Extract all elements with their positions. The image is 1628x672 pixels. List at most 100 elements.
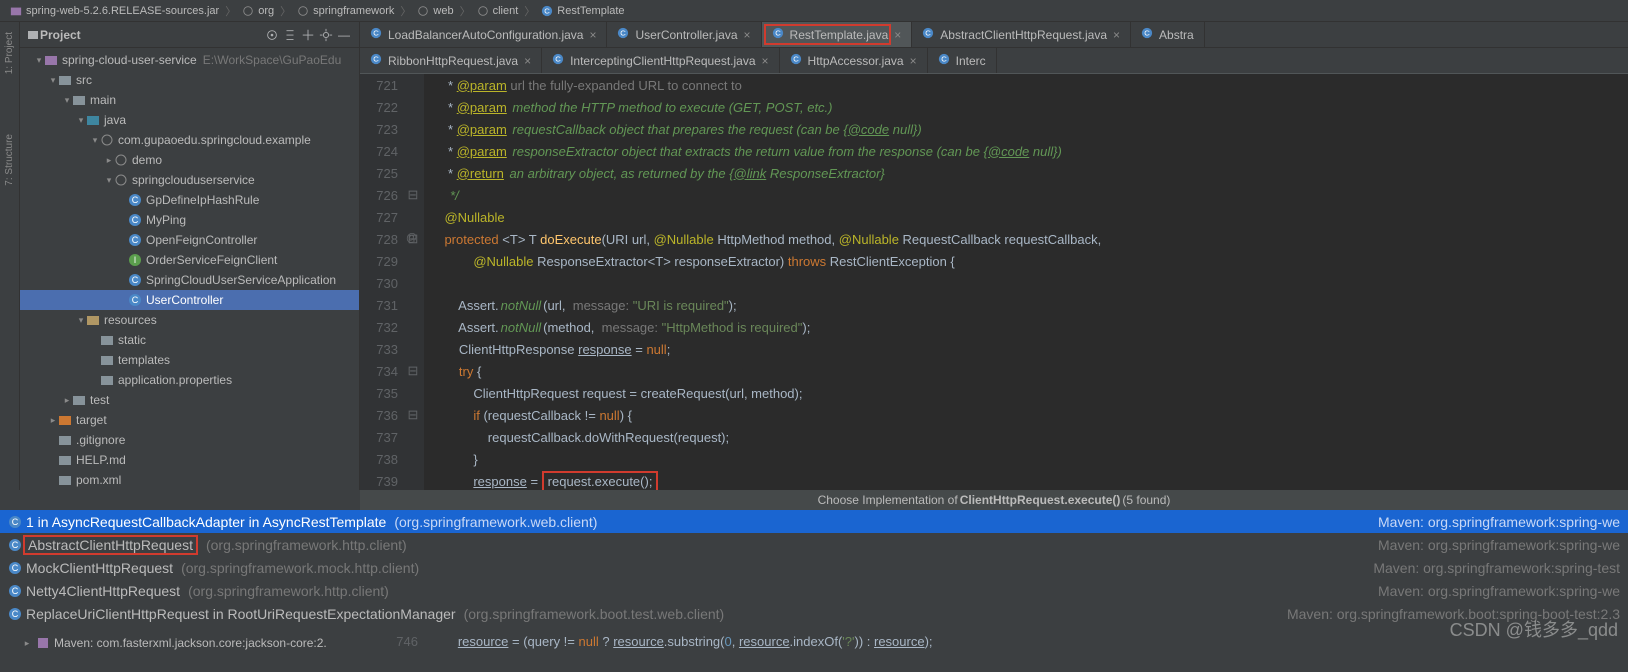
tree-node[interactable]: templates xyxy=(20,350,359,370)
code-line[interactable]: * @param url the fully-expanded URL to c… xyxy=(360,78,742,93)
class-icon: C xyxy=(8,607,22,621)
code-line[interactable]: * @param requestCallback object that pre… xyxy=(360,122,924,137)
class-icon: C xyxy=(8,561,22,575)
code-line[interactable]: requestCallback.doWithRequest(request); xyxy=(360,430,729,445)
svg-text:C: C xyxy=(12,586,19,596)
close-tab-icon[interactable]: × xyxy=(1113,28,1120,42)
tree-node[interactable]: ▸target xyxy=(20,410,359,430)
breadcrumb-item[interactable]: client xyxy=(473,5,523,17)
tree-node[interactable]: HELP.md xyxy=(20,450,359,470)
code-line[interactable]: protected <T> T doExecute(URI url, @Null… xyxy=(360,232,1101,247)
breadcrumb-bar: spring-web-5.2.6.RELEASE-sources.jar〉org… xyxy=(0,0,1628,22)
svg-text:I: I xyxy=(134,255,137,265)
tree-node[interactable]: ▸demo xyxy=(20,150,359,170)
breadcrumb-item[interactable]: spring-web-5.2.6.RELEASE-sources.jar xyxy=(6,5,223,17)
code-line[interactable]: * @return an arbitrary object, as return… xyxy=(360,166,887,181)
tree-node[interactable]: IOrderServiceFeignClient xyxy=(20,250,359,270)
close-tab-icon[interactable]: × xyxy=(762,54,769,68)
svg-text:C: C xyxy=(12,609,19,619)
tree-node[interactable]: CUserController xyxy=(20,290,359,310)
svg-text:C: C xyxy=(545,6,551,15)
project-tree[interactable]: ▾spring-cloud-user-serviceE:\WorkSpace\G… xyxy=(20,48,359,490)
close-tab-icon[interactable]: × xyxy=(589,28,596,42)
implementation-option[interactable]: CAbstractClientHttpRequest(org.springfra… xyxy=(0,533,1628,556)
svg-text:C: C xyxy=(132,215,139,225)
java-class-icon: C xyxy=(922,27,934,42)
bottom-tree-peek[interactable]: ▸ Maven: com.fasterxml.jackson.core:jack… xyxy=(22,636,327,650)
tree-node[interactable]: pom.xml xyxy=(20,470,359,490)
editor-tab[interactable]: CInterc xyxy=(928,48,997,73)
code-line[interactable]: * @param method the HTTP method to execu… xyxy=(360,100,835,115)
gear-icon[interactable] xyxy=(317,26,335,44)
code-line[interactable]: if (requestCallback != null) { xyxy=(360,408,632,423)
locate-icon[interactable] xyxy=(263,26,281,44)
implementation-option[interactable]: CMockClientHttpRequest(org.springframewo… xyxy=(0,556,1628,579)
close-tab-icon[interactable]: × xyxy=(910,54,917,68)
code-line[interactable]: response = request.execute(); xyxy=(360,474,658,489)
project-pane-title[interactable]: Project xyxy=(40,28,263,42)
tree-node[interactable]: CSpringCloudUserServiceApplication xyxy=(20,270,359,290)
hide-icon[interactable]: — xyxy=(335,26,353,44)
editor-tab[interactable]: CAbstractClientHttpRequest.java× xyxy=(912,22,1131,47)
tree-node[interactable]: static xyxy=(20,330,359,350)
tree-node[interactable]: ▸test xyxy=(20,390,359,410)
code-line[interactable]: try { xyxy=(360,364,481,379)
implementation-option[interactable]: CNetty4ClientHttpRequest(org.springframe… xyxy=(0,579,1628,602)
java-class-icon: C xyxy=(772,27,784,42)
tree-node[interactable]: ▾src xyxy=(20,70,359,90)
code-line[interactable]: @Nullable ResponseExtractor<T> responseE… xyxy=(360,254,955,269)
editor-tab[interactable]: CLoadBalancerAutoConfiguration.java× xyxy=(360,22,607,47)
tree-node[interactable]: ▾java xyxy=(20,110,359,130)
breadcrumb-item[interactable]: org xyxy=(238,5,278,17)
code-line[interactable]: Assert.notNull(method, message: "HttpMet… xyxy=(360,320,810,335)
tree-node[interactable]: .gitignore xyxy=(20,430,359,450)
svg-text:C: C xyxy=(1144,29,1150,38)
close-tab-icon[interactable]: × xyxy=(894,28,901,42)
code-line[interactable]: * @param responseExtractor object that e… xyxy=(360,144,1064,159)
breadcrumb-item[interactable]: CRestTemplate xyxy=(537,5,628,17)
svg-text:C: C xyxy=(941,55,947,64)
code-line[interactable]: ClientHttpResponse response = null; xyxy=(360,342,670,357)
editor-tab[interactable]: CAbstra xyxy=(1131,22,1205,47)
editor-tab[interactable]: CRibbonHttpRequest.java× xyxy=(360,48,542,73)
tree-node[interactable]: ▾com.gupaoedu.springcloud.example xyxy=(20,130,359,150)
lib-icon xyxy=(36,636,50,650)
rail-label-structure[interactable]: 7: Structure xyxy=(4,134,15,186)
editor-tab[interactable]: CUserController.java× xyxy=(607,22,761,47)
tree-node[interactable]: COpenFeignController xyxy=(20,230,359,250)
close-tab-icon[interactable]: × xyxy=(744,28,751,42)
class-icon: C xyxy=(8,584,22,598)
svg-text:C: C xyxy=(12,517,19,527)
breadcrumb-item[interactable]: springframework xyxy=(293,5,398,17)
editor-tab[interactable]: CHttpAccessor.java× xyxy=(780,48,928,73)
code-line[interactable]: Assert.notNull(url, message: "URI is req… xyxy=(360,298,737,313)
implementation-option[interactable]: CReplaceUriClientHttpRequest in RootUriR… xyxy=(0,602,1628,625)
tree-node[interactable]: ▾resources xyxy=(20,310,359,330)
implementations-popup-title: Choose Implementation of ClientHttpReque… xyxy=(360,490,1628,510)
tree-node[interactable]: ▾spring-cloud-user-serviceE:\WorkSpace\G… xyxy=(20,50,359,70)
class-icon: C xyxy=(8,538,22,552)
tree-node[interactable]: ▾main xyxy=(20,90,359,110)
tree-node[interactable]: CMyPing xyxy=(20,210,359,230)
implementation-option[interactable]: C1 in AsyncRequestCallbackAdapter in Asy… xyxy=(0,510,1628,533)
editor-tabs-row2: CRibbonHttpRequest.java×CInterceptingCli… xyxy=(360,48,1628,74)
code-line[interactable]: ClientHttpRequest request = createReques… xyxy=(360,386,802,401)
java-class-icon: C xyxy=(370,27,382,42)
close-tab-icon[interactable]: × xyxy=(524,54,531,68)
code-line[interactable]: */ xyxy=(360,188,461,203)
tree-node[interactable]: application.properties xyxy=(20,370,359,390)
rail-label-project[interactable]: 1: Project xyxy=(4,32,15,74)
svg-text:C: C xyxy=(12,563,19,573)
expand-all-icon[interactable] xyxy=(281,26,299,44)
java-class-icon: C xyxy=(790,53,802,68)
editor-tab[interactable]: CInterceptingClientHttpRequest.java× xyxy=(542,48,779,73)
code-line[interactable]: @Nullable xyxy=(360,210,505,225)
tree-node[interactable]: CGpDefineIpHashRule xyxy=(20,190,359,210)
collapse-all-icon[interactable] xyxy=(299,26,317,44)
implementations-popup[interactable]: C1 in AsyncRequestCallbackAdapter in Asy… xyxy=(0,510,1628,630)
editor-tab[interactable]: CRestTemplate.java× xyxy=(762,22,913,47)
breadcrumb-item[interactable]: web xyxy=(413,5,457,17)
code-editor[interactable]: 721 * @param url the fully-expanded URL … xyxy=(360,74,1628,490)
code-line[interactable]: } xyxy=(360,452,478,467)
tree-node[interactable]: ▾springclouduserservice xyxy=(20,170,359,190)
